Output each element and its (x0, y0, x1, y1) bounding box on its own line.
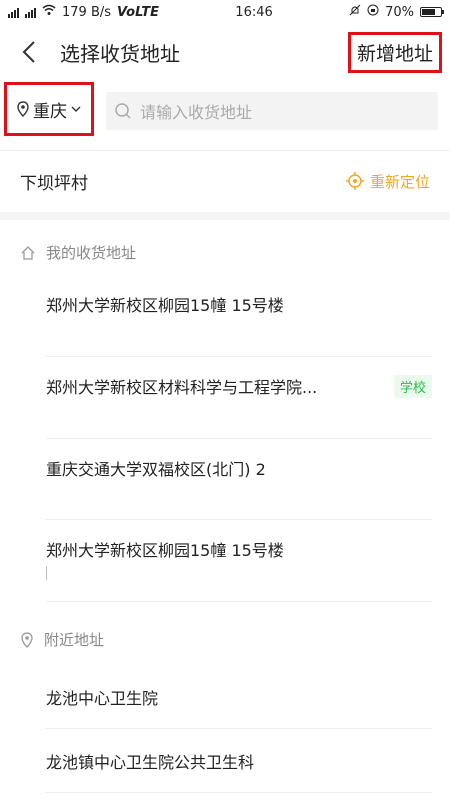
home-icon (21, 245, 35, 260)
search-input[interactable]: 请输入收货地址 (106, 92, 438, 130)
signal-icon-2 (25, 6, 36, 18)
search-icon (115, 103, 131, 119)
city-selector[interactable]: 重庆 (4, 82, 94, 136)
divider (46, 728, 432, 729)
location-pin-icon (21, 631, 33, 648)
nearby-item[interactable]: 龙池中心卫生院 (46, 685, 432, 709)
text-cursor (46, 566, 47, 580)
divider (46, 601, 432, 602)
page-title: 选择收货地址 (60, 42, 180, 66)
battery-icon (420, 7, 444, 17)
divider (46, 356, 432, 357)
status-right: 70% (349, 4, 444, 20)
relocate-label: 重新定位 (369, 172, 430, 191)
my-addresses-heading: 我的收货地址 (20, 242, 136, 263)
city-name: 重庆 (33, 101, 67, 122)
network-type: VoLTE (117, 4, 159, 20)
battery-percent: 70% (385, 4, 414, 20)
crosshair-icon (345, 172, 364, 190)
mute-icon (349, 4, 361, 20)
signal-icon (8, 6, 19, 18)
divider (46, 519, 432, 520)
address-item[interactable]: 郑州大学新校区柳园15幢 15号楼 (46, 292, 432, 316)
relocate-button[interactable]: 重新定位 (345, 171, 430, 192)
add-address-button[interactable]: 新增地址 (347, 32, 442, 73)
network-speed: 179 B/s (62, 4, 112, 20)
location-pin-icon (17, 101, 29, 117)
wifi-icon (42, 4, 56, 20)
nearby-heading: 附近地址 (20, 629, 104, 650)
current-location-row[interactable]: 下坝坪村 重新定位 (0, 150, 450, 212)
address-item[interactable]: 郑州大学新校区材料科学与工程学院... (46, 374, 432, 398)
back-icon[interactable] (18, 40, 42, 64)
divider (46, 792, 432, 793)
status-bar: 179 B/s VoLTE 16:46 70% (0, 0, 450, 24)
status-left: 179 B/s VoLTE (8, 4, 159, 20)
current-location-name: 下坝坪村 (20, 173, 88, 194)
nearby-title: 附近地址 (44, 631, 105, 649)
lock-rotation-icon (367, 4, 379, 20)
clock: 16:46 (235, 4, 273, 20)
search-row: 重庆 请输入收货地址 (0, 82, 450, 142)
my-addresses-title: 我的收货地址 (46, 244, 137, 262)
header: 选择收货地址 新增地址 (0, 24, 450, 80)
search-placeholder: 请输入收货地址 (140, 103, 253, 122)
address-item[interactable]: 重庆交通大学双福校区(北门) 2 (46, 456, 432, 480)
divider (46, 438, 432, 439)
nearby-item[interactable]: 龙池镇中心卫生院公共卫生科 (46, 749, 432, 773)
chevron-down-icon (71, 106, 81, 112)
address-item[interactable]: 郑州大学新校区柳园15幢 15号楼 (46, 537, 432, 561)
school-tag: 学校 (393, 375, 432, 398)
section-divider (0, 212, 450, 220)
